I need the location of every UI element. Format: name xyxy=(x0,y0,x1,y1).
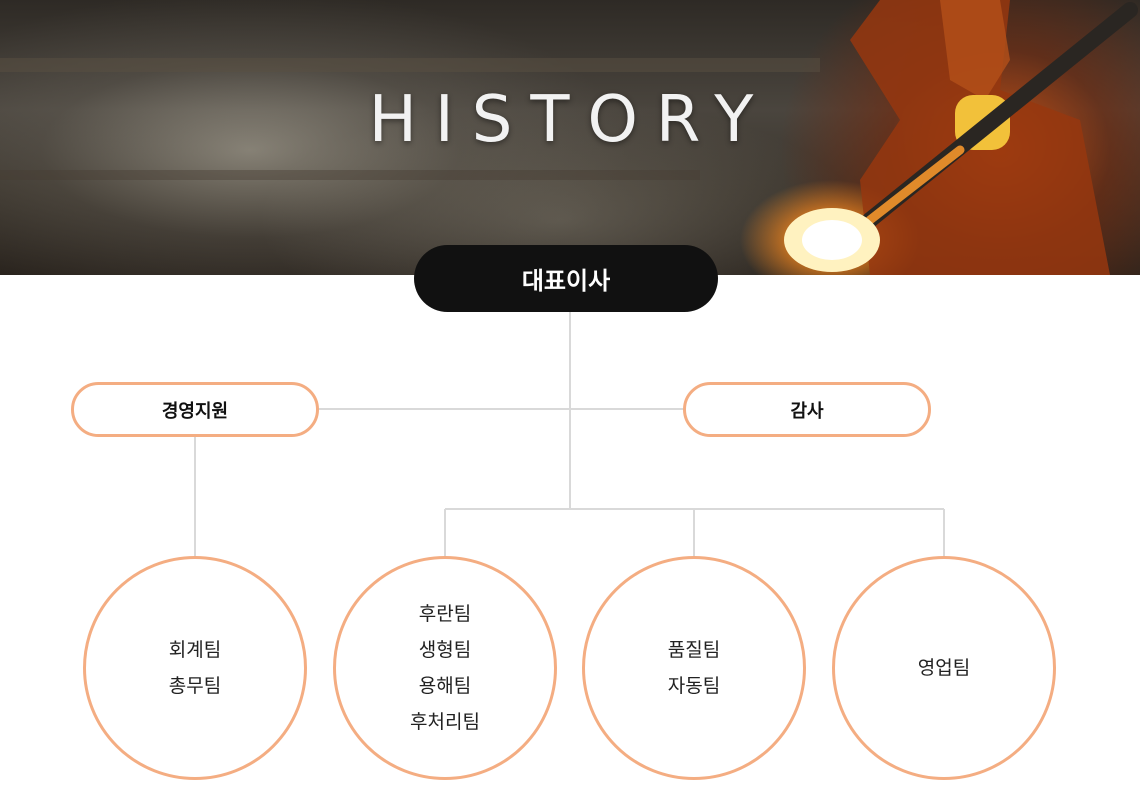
ceo-label: 대표이사 xyxy=(521,267,611,295)
team-label: 후처리팀 xyxy=(410,711,480,733)
team-label: 회계팀 xyxy=(168,639,222,661)
team-label: 총무팀 xyxy=(168,675,222,697)
team-node-production: 후란팀 생형팀 용해팀 후처리팀 xyxy=(333,556,557,780)
team-label: 품질팀 xyxy=(667,639,721,661)
team-label: 생형팀 xyxy=(418,639,472,661)
ceo-node: 대표이사 xyxy=(414,245,718,312)
audit-node: 감사 xyxy=(683,382,931,437)
team-node-quality-automation: 품질팀 자동팀 xyxy=(582,556,806,780)
team-label: 영업팀 xyxy=(917,657,971,679)
management-support-label: 경영지원 xyxy=(161,400,229,422)
team-node-sales: 영업팀 xyxy=(832,556,1056,780)
team-label: 자동팀 xyxy=(667,675,721,697)
audit-label: 감사 xyxy=(790,400,824,422)
team-label: 후란팀 xyxy=(418,603,472,625)
team-label: 용해팀 xyxy=(418,675,472,697)
management-support-node: 경영지원 xyxy=(71,382,319,437)
team-node-accounting-general: 회계팀 총무팀 xyxy=(83,556,307,780)
